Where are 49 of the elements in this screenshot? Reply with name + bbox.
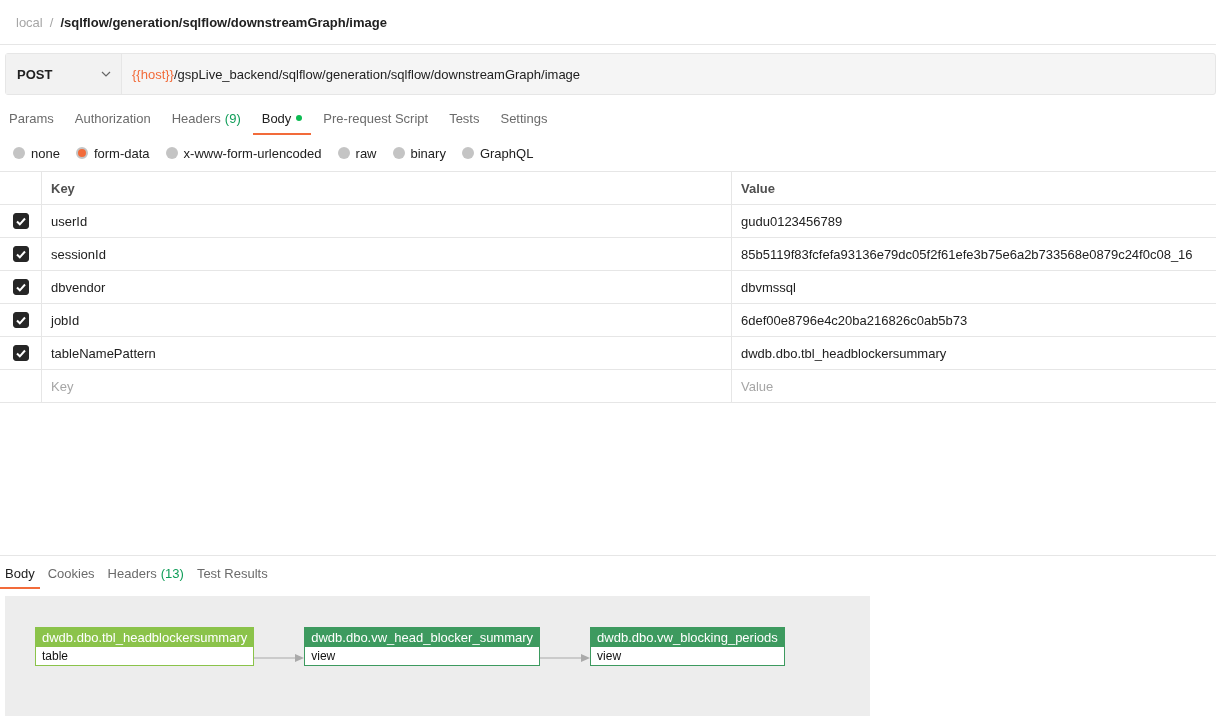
request-tab[interactable]: Authorization — [65, 103, 160, 135]
graph-node[interactable]: dwdb.dbo.vw_blocking_periods view — [590, 627, 785, 666]
response-tab[interactable]: Test Results — [191, 566, 273, 589]
key-cell[interactable]: dbvendor — [51, 279, 106, 295]
value-cell[interactable]: gudu0123456789 — [741, 213, 843, 229]
request-tab[interactable]: Params — [0, 103, 63, 135]
breadcrumb-separator: / — [49, 14, 54, 30]
request-tab[interactable]: Headers (9) — [162, 103, 250, 135]
column-header: Key — [51, 180, 75, 196]
value-input[interactable]: Value — [741, 378, 861, 394]
node-title: dwdb.dbo.vw_head_blocker_summary — [311, 630, 534, 645]
arrow-connector — [540, 654, 591, 662]
request-tab[interactable]: Pre-request Script — [314, 103, 438, 135]
graph-node[interactable]: dwdb.dbo.tbl_headblockersummary table — [35, 627, 255, 666]
value-cell[interactable]: dwdb.dbo.tbl_headblockersummary — [741, 345, 947, 361]
node-type: view — [311, 649, 336, 663]
node-title: dwdb.dbo.tbl_headblockersummary — [42, 630, 248, 645]
node-type: table — [42, 649, 69, 663]
body-type-radio[interactable]: x-www-form-urlencoded — [165, 145, 322, 161]
key-cell[interactable]: userId — [51, 213, 88, 229]
key-cell[interactable]: jobId — [51, 312, 80, 328]
body-type-radio[interactable]: binary — [392, 145, 446, 161]
response-tab[interactable]: Body — [0, 566, 40, 589]
request-title: /sqlflow/generation/sqlflow/downstreamGraph/image — [60, 14, 387, 30]
response-tab[interactable]: Headers (13) — [102, 566, 189, 589]
key-input[interactable]: Key — [51, 378, 171, 394]
response-tab[interactable]: Cookies — [42, 566, 100, 589]
value-cell[interactable]: 85b5119f83fcfefa93136e79dc05f2f61efe3b75e6a2b733568e0879c24f0c08_16 — [741, 246, 1193, 262]
body-type-radio[interactable]: form-data — [75, 145, 150, 161]
request-tab[interactable]: Settings — [491, 103, 557, 135]
node-title: dwdb.dbo.vw_blocking_periods — [597, 630, 778, 645]
checkbox[interactable] — [12, 246, 29, 262]
body-type-radio[interactable]: GraphQL — [461, 145, 534, 161]
checkbox[interactable] — [12, 213, 29, 229]
node-type: view — [597, 649, 622, 663]
request-tab[interactable]: Tests — [440, 103, 489, 135]
value-cell[interactable]: 6def00e8796e4c20ba216826c0ab5b73 — [741, 312, 968, 328]
key-cell[interactable]: sessionId — [51, 246, 106, 262]
value-cell[interactable]: dbvmssql — [741, 279, 796, 295]
checkbox[interactable] — [12, 345, 29, 361]
arrow-connector — [254, 654, 305, 662]
checkbox[interactable] — [12, 279, 29, 295]
request-tab[interactable]: Body — [252, 103, 312, 135]
key-cell[interactable]: tableNamePattern — [51, 345, 156, 361]
body-type-radio[interactable]: none — [13, 145, 60, 161]
graph-node[interactable]: dwdb.dbo.vw_head_blocker_summary view — [304, 627, 541, 666]
checkbox[interactable] — [12, 312, 29, 328]
body-type-radio[interactable]: raw — [337, 145, 377, 161]
column-header: Value — [741, 180, 775, 196]
